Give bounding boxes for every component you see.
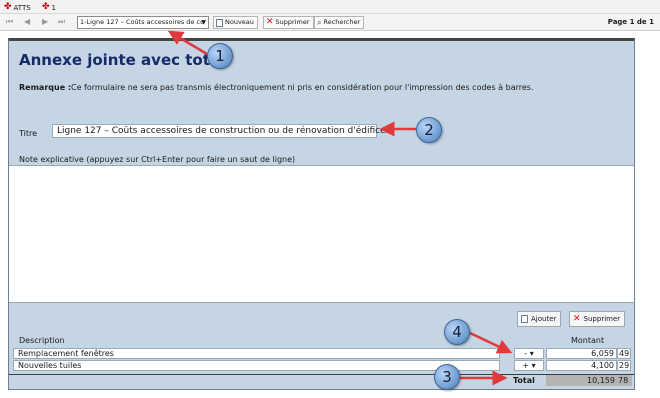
chevron-down-icon: ▾ bbox=[529, 349, 534, 358]
delete-x-icon: ✕ bbox=[573, 313, 581, 324]
row-stepper[interactable]: + ▾ bbox=[514, 360, 544, 371]
total-row: Total 10,159 78 bbox=[9, 374, 634, 386]
delete-x-icon: ✕ bbox=[266, 17, 274, 27]
tab-1[interactable]: ✤ 1 bbox=[42, 2, 56, 13]
tab-atts[interactable]: ✤ ATTS bbox=[4, 2, 31, 13]
maple-leaf-icon: ✤ bbox=[42, 2, 50, 12]
callout-4: 4 bbox=[444, 319, 470, 345]
form-panel: Annexe jointe avec total Remarque : Ce f… bbox=[8, 38, 635, 390]
new-button-label: Nouveau bbox=[225, 18, 254, 26]
chevron-down-icon: ▾ bbox=[531, 361, 536, 370]
toolbar: ⏮ ◀ ▶ ⏭ 1-Ligne 127 – Coûts accessoires … bbox=[0, 14, 660, 31]
add-row-button-label: Ajouter bbox=[531, 315, 557, 323]
delete-row-button-label: Supprimer bbox=[583, 315, 621, 323]
row-description-field[interactable]: Nouvelles tuiles bbox=[13, 360, 500, 371]
table-row: Nouvelles tuiles + ▾ 4,100 29 bbox=[13, 360, 631, 371]
search-button-label: Rechercher bbox=[323, 18, 361, 26]
next-page-icon[interactable]: ▶ bbox=[42, 17, 48, 26]
total-label: Total bbox=[513, 376, 535, 385]
row-cents-field[interactable]: 29 bbox=[617, 360, 631, 371]
total-amount: 10,159 bbox=[546, 375, 617, 386]
last-page-icon[interactable]: ⏭ bbox=[58, 17, 65, 27]
delete-button[interactable]: ✕ Supprimer bbox=[263, 16, 314, 29]
search-icon: ⌕ bbox=[317, 17, 322, 27]
form-selector-value: 1-Ligne 127 – Coûts accessoires de cc bbox=[80, 18, 204, 26]
description-header: Description bbox=[19, 336, 65, 345]
tab-atts-label: ATTS bbox=[13, 3, 31, 12]
titre-label: Titre bbox=[19, 129, 38, 138]
tab-strip: ✤ ATTS ✤ 1 bbox=[0, 0, 660, 14]
table-row: Remplacement fenêtres - ▾ 6,059 49 bbox=[13, 348, 631, 359]
amount-header: Montant bbox=[571, 336, 605, 345]
delete-button-label: Supprimer bbox=[275, 18, 310, 26]
callout-1: 1 bbox=[207, 43, 233, 69]
callout-2: 2 bbox=[416, 117, 442, 143]
row-stepper-sign: + bbox=[522, 361, 530, 370]
chevron-down-icon: ▼ bbox=[201, 19, 206, 26]
note-label: Note explicative (appuyez sur Ctrl+Enter… bbox=[19, 155, 296, 164]
maple-leaf-icon: ✤ bbox=[4, 2, 12, 12]
row-stepper-sign: - bbox=[524, 349, 528, 358]
delete-row-button[interactable]: ✕ Supprimer bbox=[569, 311, 626, 327]
form-selector-dropdown[interactable]: 1-Ligne 127 – Coûts accessoires de cc ▼ bbox=[77, 16, 209, 29]
row-amount-field[interactable]: 4,100 bbox=[546, 360, 617, 371]
add-document-icon bbox=[521, 315, 528, 323]
row-description-field[interactable]: Remplacement fenêtres bbox=[13, 348, 500, 359]
callout-3: 3 bbox=[434, 364, 460, 390]
row-stepper[interactable]: - ▾ bbox=[514, 348, 544, 359]
page-info: Page 1 de 1 bbox=[607, 18, 654, 26]
titre-input[interactable]: Ligne 127 – Coûts accessoires de constru… bbox=[52, 124, 390, 138]
remark-label: Remarque : bbox=[19, 83, 72, 92]
new-button[interactable]: Nouveau bbox=[213, 16, 258, 29]
total-cents: 78 bbox=[617, 375, 632, 386]
first-page-icon[interactable]: ⏮ bbox=[6, 17, 13, 27]
new-document-icon bbox=[216, 18, 223, 27]
tab-1-label: 1 bbox=[51, 3, 57, 12]
note-textarea[interactable] bbox=[9, 165, 634, 303]
page-title: Annexe jointe avec total bbox=[19, 51, 226, 69]
remark-text: Ce formulaire ne sera pas transmis élect… bbox=[71, 83, 534, 92]
row-cents-field[interactable]: 49 bbox=[617, 348, 631, 359]
previous-page-icon[interactable]: ◀ bbox=[24, 17, 30, 26]
search-button[interactable]: ⌕ Rechercher bbox=[314, 16, 365, 29]
row-amount-field[interactable]: 6,059 bbox=[546, 348, 617, 359]
add-row-button[interactable]: Ajouter bbox=[517, 311, 562, 327]
